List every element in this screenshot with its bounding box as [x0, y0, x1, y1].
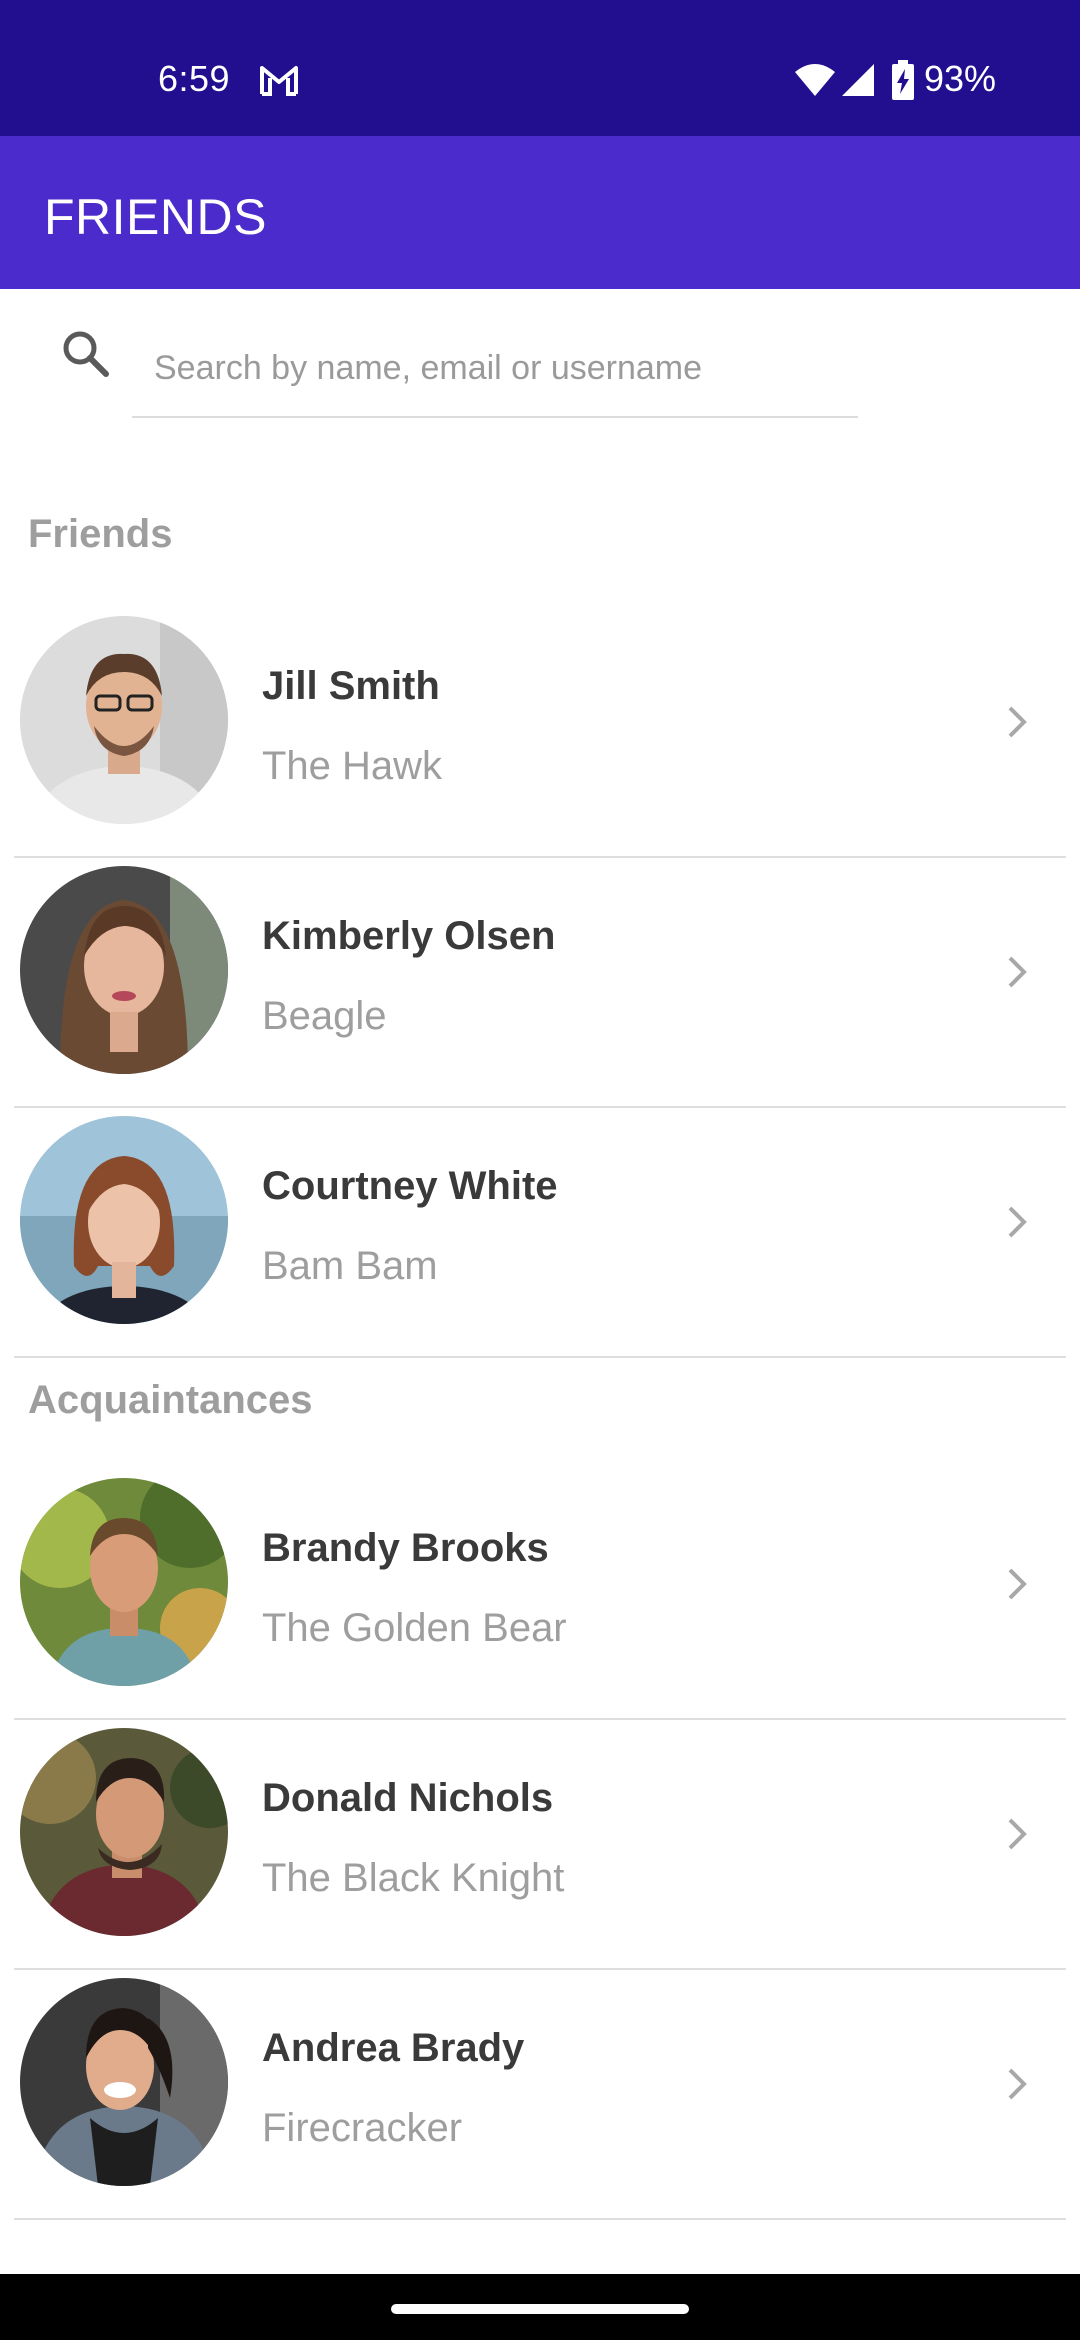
contact-nickname: The Black Knight: [262, 1856, 565, 1900]
page-title: FRIENDS: [44, 189, 267, 245]
search-icon: [58, 326, 114, 382]
app-bar: FRIENDS: [0, 136, 1080, 289]
avatar: [20, 616, 228, 824]
list-item[interactable]: Brandy Brooks The Golden Bear: [14, 1470, 1066, 1720]
chevron-right-icon: [1004, 702, 1032, 742]
contact-name: Donald Nichols: [262, 1776, 554, 1820]
navigation-bar: [0, 2274, 1080, 2340]
section-header-friends: Friends: [28, 512, 173, 556]
list-item[interactable]: Donald Nichols The Black Knight: [14, 1720, 1066, 1970]
status-time: 6:59: [158, 58, 231, 99]
wifi-icon: [794, 62, 836, 98]
contact-name: Jill Smith: [262, 664, 440, 708]
list-item[interactable]: Andrea Brady Firecracker: [14, 1970, 1066, 2220]
list-item[interactable]: Kimberly Olsen Beagle: [14, 858, 1066, 1108]
battery-percentage: 93%: [924, 58, 997, 99]
gmail-icon: [258, 64, 300, 96]
chevron-right-icon: [1004, 2064, 1032, 2104]
avatar: [20, 1728, 228, 1936]
contact-nickname: Firecracker: [262, 2106, 463, 2150]
avatar: [20, 1116, 228, 1324]
chevron-right-icon: [1004, 1814, 1032, 1854]
list-item[interactable]: Courtney White Bam Bam: [14, 1108, 1066, 1358]
contact-name: Brandy Brooks: [262, 1526, 549, 1570]
chevron-right-icon: [1004, 1564, 1032, 1604]
contact-nickname: The Hawk: [262, 744, 443, 788]
home-gesture-handle[interactable]: [391, 2304, 689, 2314]
contact-nickname: The Golden Bear: [262, 1606, 567, 1650]
contact-name: Kimberly Olsen: [262, 914, 556, 958]
list-item[interactable]: Jill Smith The Hawk: [14, 608, 1066, 858]
chevron-right-icon: [1004, 1202, 1032, 1242]
avatar: [20, 866, 228, 1074]
chevron-right-icon: [1004, 952, 1032, 992]
section-header-acquaintances: Acquaintances: [28, 1378, 313, 1422]
contact-name: Andrea Brady: [262, 2026, 525, 2070]
signal-icon: [840, 62, 876, 98]
contact-nickname: Beagle: [262, 994, 387, 1038]
battery-charging-icon: [892, 60, 914, 100]
contact-name: Courtney White: [262, 1164, 558, 1208]
search-input[interactable]: [132, 320, 858, 418]
avatar: [20, 1978, 228, 2186]
avatar: [20, 1478, 228, 1686]
contact-nickname: Bam Bam: [262, 1244, 438, 1288]
status-bar: 6:59 93%: [0, 0, 1080, 136]
